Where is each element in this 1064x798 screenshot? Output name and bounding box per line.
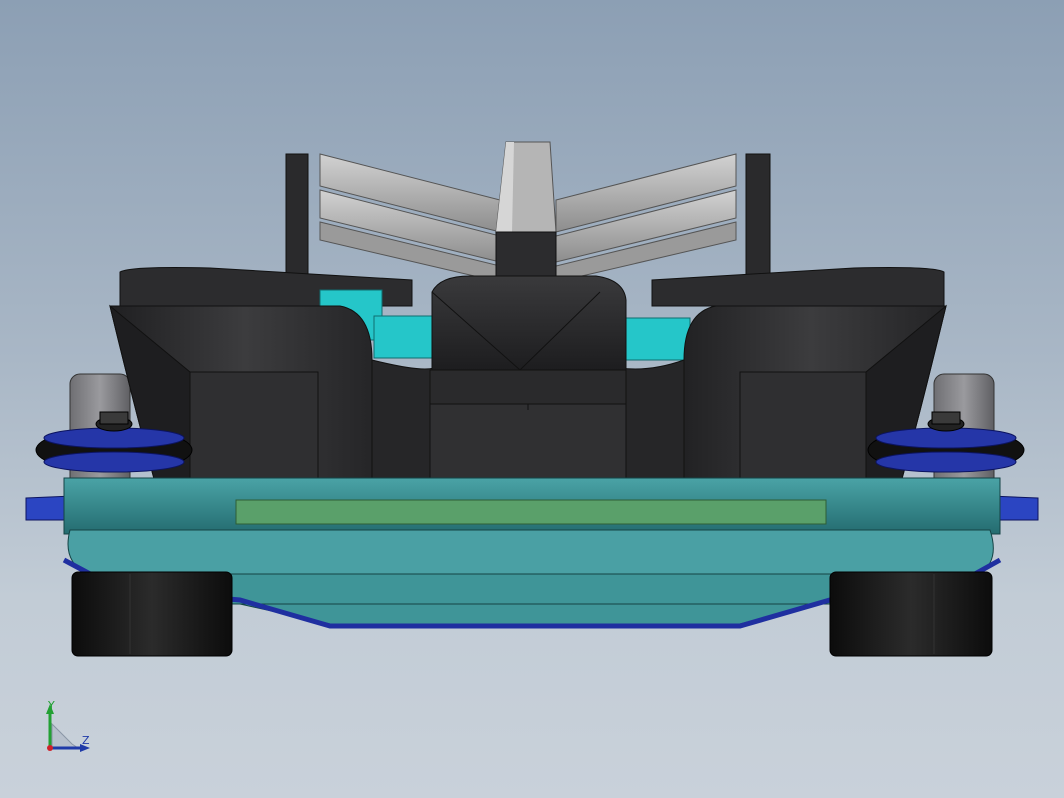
front-wheel-right[interactable] (829, 571, 993, 657)
graphics-viewport[interactable]: Y Z (0, 0, 1064, 798)
center-body[interactable] (371, 275, 685, 501)
side-pod-right[interactable] (675, 304, 947, 501)
front-wheel-left[interactable] (71, 571, 233, 657)
rear-wing[interactable] (319, 141, 737, 283)
axis-z-label: Z (82, 734, 90, 747)
car-model-3d[interactable] (0, 0, 1064, 798)
axis-y-label: Y (48, 699, 55, 712)
triad-icon (46, 704, 90, 752)
